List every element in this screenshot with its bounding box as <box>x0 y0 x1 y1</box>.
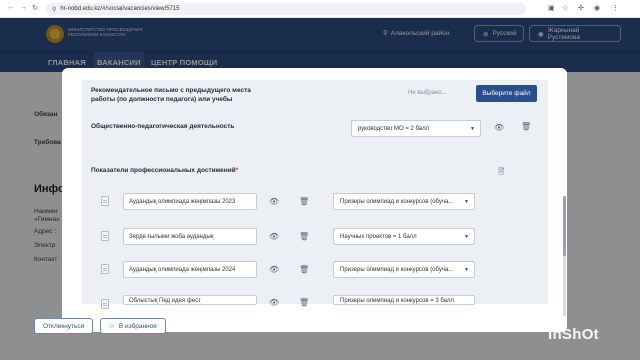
chevron-down-icon: ▼ <box>464 234 469 240</box>
trash-icon[interactable]: 🗑 <box>299 265 309 274</box>
screen: ← → ↻ ⚲ hr-nobd.edu.kz/#/social/vacancie… <box>0 0 640 360</box>
menu-icon[interactable]: ⋮ <box>612 4 619 12</box>
modal-scrollbar-thumb[interactable] <box>563 196 566 256</box>
star-icon: ☆ <box>109 323 115 330</box>
document-icon <box>101 231 109 241</box>
document-icon <box>101 299 109 309</box>
activity-select-value: руководство МО = 2 балл <box>358 125 430 132</box>
reload-icon[interactable]: ↻ <box>30 4 40 12</box>
profile-icon[interactable]: ◉ <box>594 4 600 12</box>
achievements-label-text: Показатели профессиональных достижений <box>91 167 236 174</box>
achievement-category-value: Призеры олимпиад и конкурсов (обуча... <box>340 266 454 273</box>
add-file-icon[interactable]: 🗎 <box>498 166 504 180</box>
favorites-button-label: В избранное <box>118 322 157 330</box>
achievement-category-value: Призеры олимпиад и конкурсов (обуча... <box>340 198 454 205</box>
achievement-text-input[interactable]: Зерде ғылыми жоба аудандық <box>123 228 257 245</box>
achievement-category-select[interactable]: Научных проектов = 1 балл ▼ <box>333 228 475 245</box>
achievement-category-value: Призеры олимпиад и конкурсов = 3 балл <box>340 298 455 304</box>
required-mark: * <box>235 167 239 174</box>
choose-file-button[interactable]: Выберите файл <box>476 85 537 102</box>
trash-icon[interactable]: 🗑 <box>299 197 309 206</box>
bookmark-icon[interactable]: ☆ <box>562 4 568 12</box>
extension-icon[interactable]: ▣ <box>548 4 555 12</box>
eye-icon[interactable]: 👁 <box>494 123 504 132</box>
file-name-display: Не выбрано... <box>408 90 447 96</box>
recommendation-label: Рекомендательное письмо с предыдущего ме… <box>91 87 251 103</box>
activity-select[interactable]: руководство МО = 2 балл ▼ <box>351 120 481 137</box>
document-icon <box>101 196 109 206</box>
achievement-text-input[interactable]: Облыстық Пед идея фест <box>123 295 257 305</box>
extensions-icon[interactable]: ✣ <box>578 4 584 12</box>
respond-button[interactable]: Откликнуться <box>34 318 94 334</box>
address-bar[interactable]: ⚲ hr-nobd.edu.kz/#/social/vacancies/view… <box>46 3 526 15</box>
forward-icon[interactable]: → <box>18 4 28 11</box>
chevron-down-icon: ▼ <box>464 267 469 273</box>
eye-icon[interactable]: 👁 <box>269 232 279 241</box>
chevron-down-icon: ▼ <box>464 199 469 205</box>
achievement-category-select[interactable]: Призеры олимпиад и конкурсов = 3 балл <box>333 295 475 305</box>
achievement-text-input[interactable]: Аудандық олимпиада жеңімпазы 2024 <box>123 261 257 278</box>
achievement-category-value: Научных проектов = 1 балл <box>340 233 417 240</box>
document-icon <box>101 264 109 274</box>
achievement-category-select[interactable]: Призеры олимпиад и конкурсов (обуча... ▼ <box>333 193 475 210</box>
back-icon[interactable]: ← <box>6 4 16 11</box>
trash-icon[interactable]: 🗑 <box>299 232 309 241</box>
eye-icon[interactable]: 👁 <box>269 265 279 274</box>
achievement-text-input[interactable]: Аудандық олимпиада жеңімпазы 2023 <box>123 193 257 210</box>
respond-button-label: Откликнуться <box>43 322 85 330</box>
eye-icon[interactable]: 👁 <box>269 197 279 206</box>
inshot-watermark: InShOt <box>548 326 599 343</box>
chevron-down-icon: ▼ <box>470 126 475 132</box>
activity-label: Общественно-педагогическая деятельность <box>91 123 235 130</box>
achievements-label: Показатели профессиональных достижений* <box>91 167 238 176</box>
achievement-category-select[interactable]: Призеры олимпиад и конкурсов (обуча... ▼ <box>333 261 475 278</box>
browser-toolbar: ← → ↻ ⚲ hr-nobd.edu.kz/#/social/vacancie… <box>0 0 640 18</box>
trash-icon[interactable]: 🗑 <box>299 298 309 307</box>
lock-icon: ⚲ <box>52 6 57 13</box>
favorites-button[interactable]: ☆ В избранное <box>100 318 166 334</box>
trash-icon[interactable]: 🗑 <box>521 122 531 131</box>
eye-icon[interactable]: 👁 <box>269 298 279 307</box>
url-text: hr-nobd.edu.kz/#/social/vacancies/view/5… <box>60 6 180 12</box>
